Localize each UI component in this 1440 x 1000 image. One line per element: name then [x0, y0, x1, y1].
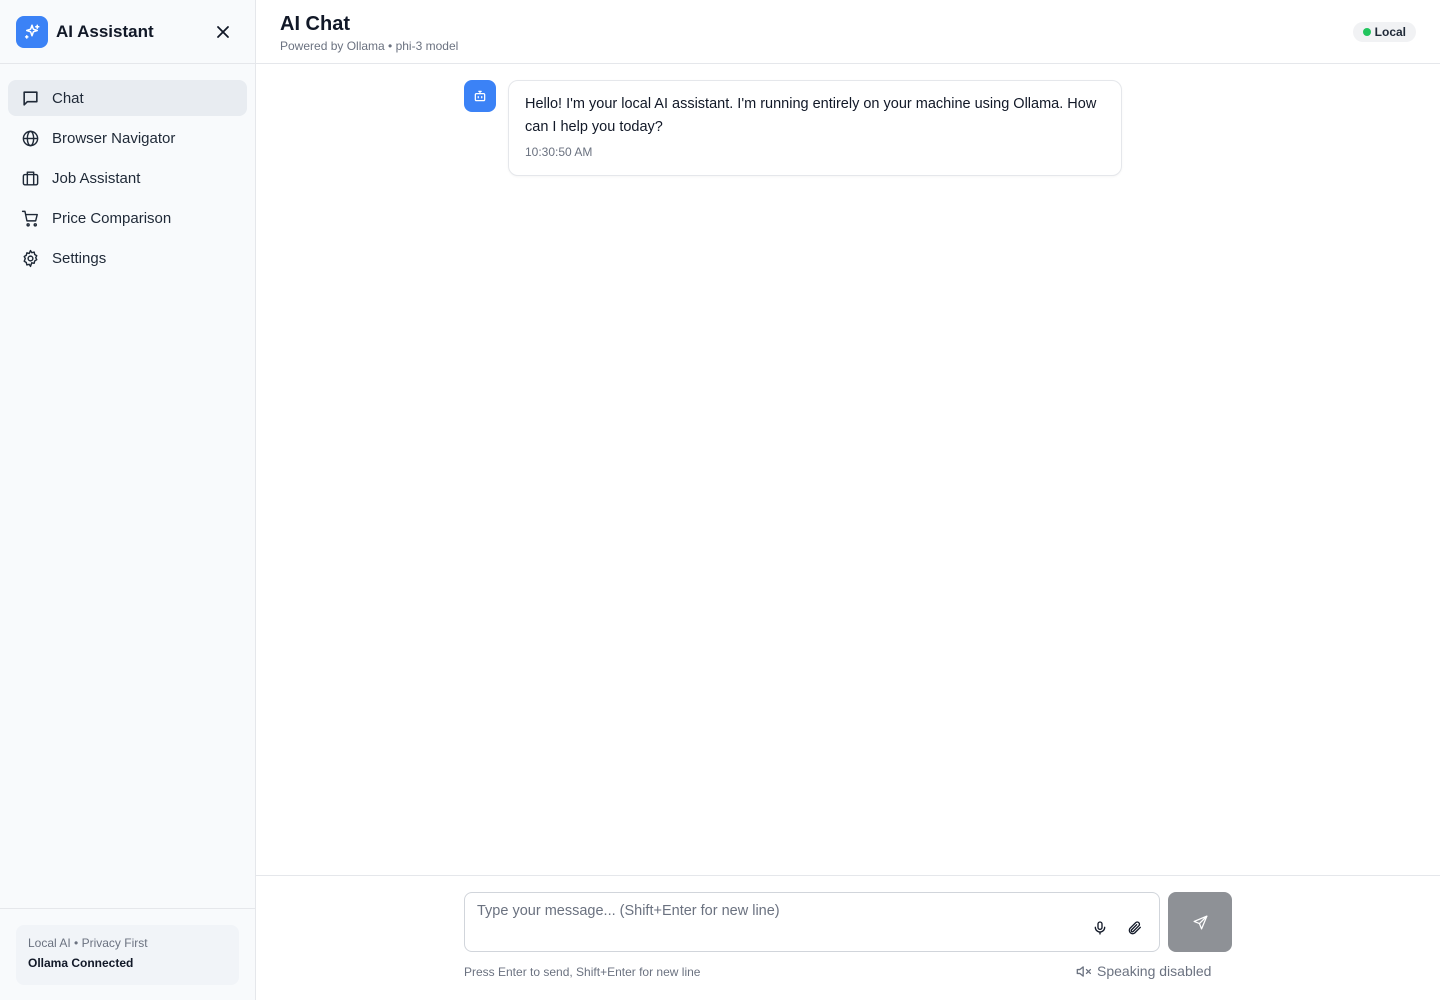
voice-input-button[interactable]: [1090, 918, 1110, 938]
page-subtitle: Powered by Ollama • phi-3 model: [280, 39, 459, 53]
speaker-muted-icon: [1076, 964, 1093, 979]
message-composer: Type your message... (Shift+Enter for ne…: [256, 875, 1440, 1000]
attach-file-button[interactable]: [1125, 918, 1145, 938]
sidebar-item-label: Settings: [52, 249, 107, 267]
chat-icon: [20, 88, 40, 108]
sidebar-nav: Chat Browser Navigator Job Assistant Pri…: [0, 64, 255, 296]
sidebar-item-label: Browser Navigator: [52, 129, 176, 147]
sidebar-header: AI Assistant: [0, 0, 255, 64]
sidebar-item-job-assistant[interactable]: Job Assistant: [8, 160, 247, 196]
message-timestamp: 10:30:50 AM: [525, 145, 593, 159]
page-title: AI Chat: [280, 13, 350, 35]
globe-icon: [20, 128, 40, 148]
sidebar-item-browser-navigator[interactable]: Browser Navigator: [8, 120, 247, 156]
assistant-message: Hello! I'm your local AI assistant. I'm …: [508, 80, 1122, 176]
status-dot: [1362, 28, 1371, 36]
sidebar-footer: Local AI • Privacy First Ollama Connecte…: [0, 908, 255, 1000]
send-icon: [1192, 914, 1208, 930]
status-badge: Local: [1352, 22, 1416, 42]
briefcase-icon: [20, 168, 40, 188]
speaking-toggle[interactable]: Speaking disabled: [1076, 963, 1211, 979]
status-badge-label: Local: [1374, 25, 1406, 39]
close-icon: [217, 26, 229, 38]
cart-icon: [20, 208, 40, 228]
connection-status-card: Local AI • Privacy First Ollama Connecte…: [16, 925, 239, 985]
sidebar-item-label: Price Comparison: [52, 209, 172, 227]
sidebar-item-label: Job Assistant: [52, 169, 141, 187]
main-header: AI Chat Powered by Ollama • phi-3 model …: [256, 0, 1440, 64]
sidebar: AI Assistant Chat Browser Navigator Job …: [0, 0, 256, 1000]
sparkles-icon: [16, 15, 48, 48]
message-text: Hello! I'm your local AI assistant. I'm …: [525, 96, 1097, 135]
sidebar-item-chat[interactable]: Chat: [8, 80, 247, 116]
close-sidebar-button[interactable]: [213, 22, 233, 42]
gear-icon: [20, 248, 40, 268]
connection-status: Ollama Connected: [28, 956, 134, 970]
bot-icon: [464, 80, 496, 112]
keyboard-hint: Press Enter to send, Shift+Enter for new…: [464, 965, 701, 979]
send-button[interactable]: [1168, 892, 1232, 952]
microphone-icon: [1094, 921, 1106, 935]
speaking-status-label: Speaking disabled: [1097, 963, 1212, 979]
paperclip-icon: [1128, 921, 1141, 935]
sidebar-item-settings[interactable]: Settings: [8, 240, 247, 276]
sidebar-item-price-comparison[interactable]: Price Comparison: [8, 200, 247, 236]
sidebar-item-label: Chat: [52, 89, 84, 107]
app-title: AI Assistant: [56, 21, 154, 41]
message-input-placeholder: Type your message... (Shift+Enter for ne…: [477, 903, 780, 919]
privacy-note: Local AI • Privacy First: [28, 936, 148, 950]
message-input[interactable]: Type your message... (Shift+Enter for ne…: [464, 892, 1160, 952]
